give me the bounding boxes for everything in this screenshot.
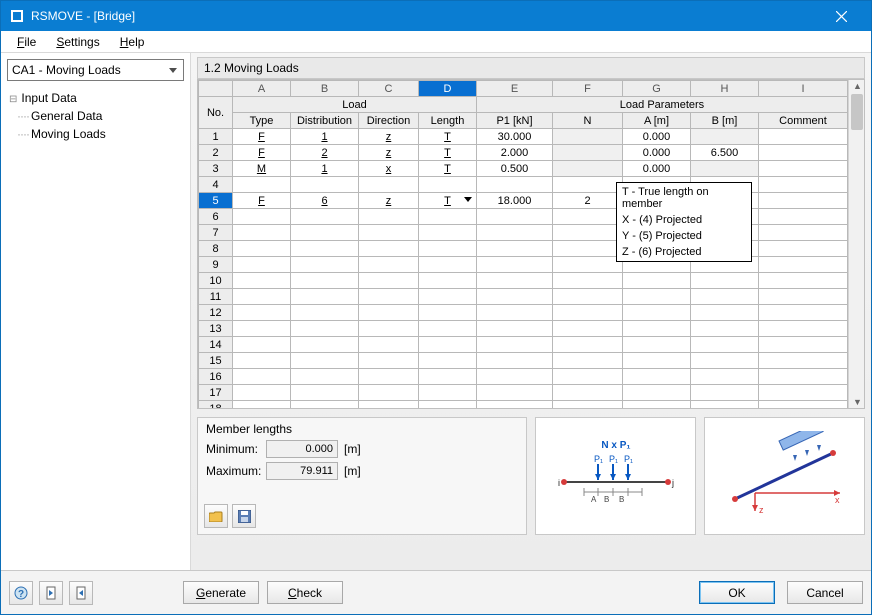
next-page-icon[interactable] [69, 581, 93, 605]
table-row[interactable]: 12 [199, 305, 848, 321]
col-E[interactable]: E [477, 81, 553, 97]
dropdown-option[interactable]: X - (4) Projected [618, 212, 750, 228]
col-A[interactable]: A [233, 81, 291, 97]
svg-text:P₁: P₁ [624, 454, 633, 464]
max-value [266, 462, 338, 480]
load-diagram-1: N x P₁ P₁ P₁ P₁ i j [535, 417, 696, 535]
dropdown-option[interactable]: Y - (5) Projected [618, 228, 750, 244]
scroll-down-icon[interactable]: ▼ [853, 397, 862, 407]
case-select[interactable]: CA1 - Moving Loads [7, 59, 184, 81]
menu-settings[interactable]: Settings [46, 33, 109, 51]
col-F[interactable]: F [553, 81, 623, 97]
table-row[interactable]: 1 F 1 z T 30.000 0.000 [199, 129, 848, 145]
main-panel: 1.2 Moving Loads A B C D [191, 53, 871, 570]
ok-button[interactable]: OK [699, 581, 775, 604]
help-icon[interactable]: ? [9, 581, 33, 605]
titlebar: RSMOVE - [Bridge] [1, 1, 871, 31]
table-row[interactable]: 11 [199, 289, 848, 305]
sub-type: Type [233, 113, 291, 129]
svg-text:j: j [671, 478, 674, 488]
cancel-button[interactable]: Cancel [787, 581, 863, 604]
grid-area: A B C D E F G H I No. Load Load Paramete… [197, 79, 865, 409]
min-label: Minimum: [206, 442, 266, 456]
case-select-value: CA1 - Moving Loads [12, 63, 121, 77]
col-H[interactable]: H [691, 81, 759, 97]
svg-text:x: x [835, 495, 840, 505]
prev-page-icon[interactable] [39, 581, 63, 605]
generate-button[interactable]: Generate [183, 581, 259, 604]
length-cell-select[interactable]: T [419, 193, 477, 209]
table-row[interactable]: 10 [199, 273, 848, 289]
open-file-icon[interactable] [204, 504, 228, 528]
info-row: Member lengths Minimum: [m] Maximum: [m] [197, 417, 865, 535]
sub-n: N [553, 113, 623, 129]
sub-p1: P1 [kN] [477, 113, 553, 129]
svg-text:N x P₁: N x P₁ [601, 440, 630, 451]
col-G[interactable]: G [623, 81, 691, 97]
col-I[interactable]: I [759, 81, 848, 97]
sub-dir: Direction [359, 113, 419, 129]
svg-text:i: i [558, 478, 560, 488]
col-B[interactable]: B [291, 81, 359, 97]
svg-text:P₁: P₁ [594, 454, 603, 464]
check-button[interactable]: Check [267, 581, 343, 604]
svg-text:?: ? [18, 589, 24, 600]
member-lengths-group: Member lengths Minimum: [m] Maximum: [m] [197, 417, 527, 535]
nav-tree: Input Data General Data Moving Loads [7, 89, 184, 570]
table-row[interactable]: 14 [199, 337, 848, 353]
max-label: Maximum: [206, 464, 266, 478]
close-icon[interactable] [821, 1, 861, 31]
sub-a: A [m] [623, 113, 691, 129]
sub-dist: Distribution [291, 113, 359, 129]
tree-moving-loads[interactable]: Moving Loads [7, 125, 184, 143]
svg-text:z: z [759, 505, 764, 515]
grid-scrollbar[interactable]: ▲ ▼ [848, 80, 864, 408]
table-row[interactable]: 13 [199, 321, 848, 337]
window-title: RSMOVE - [Bridge] [31, 9, 135, 23]
sub-b: B [m] [691, 113, 759, 129]
sub-len: Length [419, 113, 477, 129]
scroll-up-icon[interactable]: ▲ [853, 81, 862, 91]
col-C[interactable]: C [359, 81, 419, 97]
tree-general-data[interactable]: General Data [7, 107, 184, 125]
table-row[interactable]: 3 M 1 x T 0.500 0.000 [199, 161, 848, 177]
table-row[interactable]: 18 [199, 401, 848, 409]
nav-panel: CA1 - Moving Loads Input Data General Da… [1, 53, 191, 570]
svg-text:P₁: P₁ [609, 454, 618, 464]
length-dropdown[interactable]: T - True length on member X - (4) Projec… [616, 182, 752, 262]
app-icon [9, 8, 25, 24]
table-row[interactable]: 15 [199, 353, 848, 369]
svg-text:B: B [619, 495, 624, 504]
member-lengths-title: Member lengths [206, 422, 518, 436]
sub-comment: Comment [759, 113, 848, 129]
min-value [266, 440, 338, 458]
scroll-thumb[interactable] [851, 94, 863, 130]
header-load: Load [233, 97, 477, 113]
min-unit: [m] [344, 442, 361, 456]
col-D[interactable]: D [419, 81, 477, 97]
footer: ? Generate Check OK Cancel [1, 570, 871, 614]
svg-text:A: A [591, 495, 597, 504]
header-load-params: Load Parameters [477, 97, 848, 113]
menubar: File Settings Help [1, 31, 871, 53]
svg-text:B: B [604, 495, 609, 504]
tree-root[interactable]: Input Data [7, 89, 184, 107]
menu-file[interactable]: File [7, 33, 46, 51]
save-icon[interactable] [232, 504, 256, 528]
header-no: No. [199, 97, 233, 129]
panel-title: 1.2 Moving Loads [197, 57, 865, 79]
max-unit: [m] [344, 464, 361, 478]
table-row[interactable]: 2 F 2 z T 2.000 0.000 6.500 [199, 145, 848, 161]
dropdown-option[interactable]: Z - (6) Projected [618, 244, 750, 260]
menu-help[interactable]: Help [110, 33, 155, 51]
table-row[interactable]: 17 [199, 385, 848, 401]
table-row[interactable]: 16 [199, 369, 848, 385]
load-diagram-2: x z [704, 417, 865, 535]
dropdown-option[interactable]: T - True length on member [618, 184, 750, 212]
content: CA1 - Moving Loads Input Data General Da… [1, 53, 871, 570]
